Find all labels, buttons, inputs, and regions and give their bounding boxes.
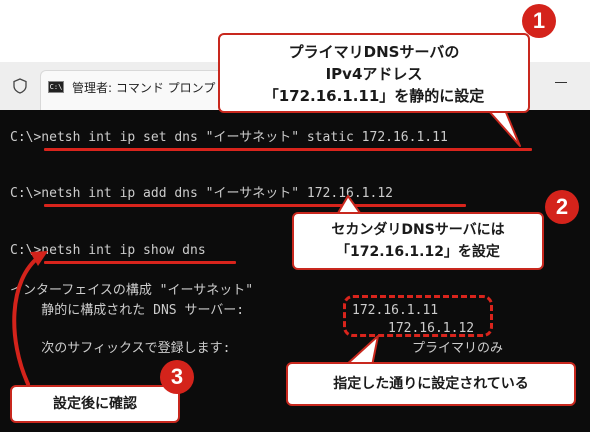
callout-4-line1: 指定した通りに設定されている (333, 376, 529, 392)
callout-4: 指定した通りに設定されている (286, 362, 576, 406)
callout-3: 設定後に確認 (10, 385, 180, 423)
callout-2: セカンダリDNSサーバには 「172.16.1.12」を設定 (292, 212, 544, 270)
callout-1-pointer (487, 109, 521, 147)
callout-2-line2: 「172.16.1.12」を設定 (336, 244, 500, 260)
callout-3-line1: 設定後に確認 (53, 396, 137, 412)
callout-2-pointer (337, 195, 361, 214)
callout-2-line1: セカンダリDNSサーバには (331, 222, 505, 238)
callout-3-badge: 3 (160, 360, 194, 394)
callout-1-badge: 1 (522, 4, 556, 38)
callout-3-arrow (12, 254, 42, 386)
callout-1: プライマリDNSサーバの IPv4アドレス 「172.16.1.11」を静的に設… (218, 33, 530, 113)
callout-1-line2: IPv4アドレス (325, 65, 423, 83)
callout-1-line1: プライマリDNSサーバの (288, 43, 460, 61)
callout-2-badge: 2 (545, 190, 579, 224)
callout-1-line3: 「172.16.1.11」を静的に設定 (263, 87, 485, 105)
